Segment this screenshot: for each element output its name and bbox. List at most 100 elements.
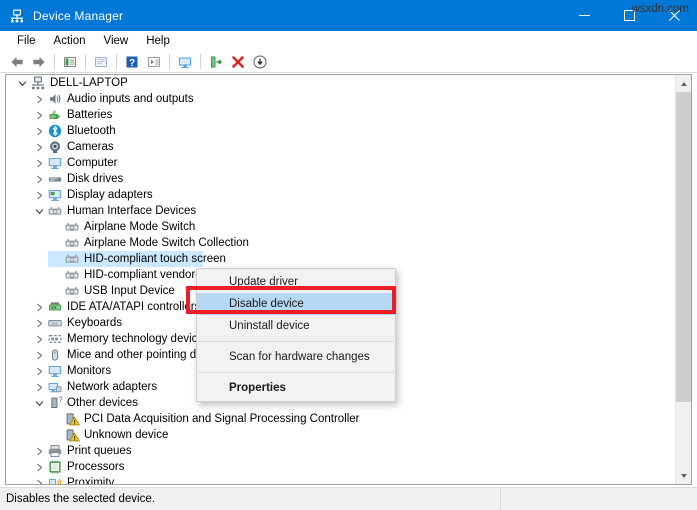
tree-item-label: Computer [67,157,118,169]
tree-item[interactable]: Print queues [6,443,676,459]
context-menu-item-update-driver[interactable]: Update driver [197,271,395,293]
vertical-scrollbar[interactable] [675,75,691,484]
tree-item-label: Human Interface Devices [67,205,197,217]
chevron-right-icon[interactable] [31,187,47,203]
watermark: wsxdn.com [631,3,689,15]
context-menu-separator [198,341,394,342]
tree-item-label: Other devices [67,397,138,409]
chevron-right-icon[interactable] [31,123,47,139]
chevron-right-icon[interactable] [31,91,47,107]
context-menu-item-properties[interactable]: Properties [197,377,395,399]
tree-item[interactable]: Bluetooth [6,123,676,139]
tree-item[interactable]: Airplane Mode Switch [6,219,676,235]
tree-item-label: Cameras [67,141,114,153]
tree-item-label: Keyboards [67,317,122,329]
tree-item-label: Monitors [67,365,112,377]
chevron-down-icon[interactable] [31,395,47,411]
menu-bar: File Action View Help [0,31,697,51]
tree-item-selected[interactable]: HID-compliant touch screen [6,251,676,267]
tree-item[interactable]: Audio inputs and outputs [6,91,676,107]
disable-device-icon[interactable] [249,52,271,71]
tree-item[interactable]: Airplane Mode Switch Collection [6,235,676,251]
tree-item[interactable]: Disk drives [6,171,676,187]
other-device-icon: ? [47,395,63,411]
context-menu-item-uninstall-device[interactable]: Uninstall device [197,315,395,337]
hid-icon [64,235,80,251]
svg-text:?: ? [129,58,135,69]
tree-item-label: Disk drives [67,173,124,185]
scroll-up-arrow-icon[interactable] [676,75,691,92]
context-menu[interactable]: Update driver Disable device Uninstall d… [196,268,396,402]
chevron-down-icon[interactable] [14,75,30,91]
chevron-right-icon[interactable] [31,331,47,347]
chevron-right-icon[interactable] [31,347,47,363]
keyboard-icon [47,315,63,331]
forward-arrow-icon[interactable] [28,52,50,71]
bluetooth-icon [47,123,63,139]
device-manager-window: Device Manager File Action View Help ? D… [0,0,697,510]
view-list-icon[interactable] [143,52,165,71]
tree-item[interactable]: PCI Data Acquisition and Signal Processi… [6,411,676,427]
tree-item[interactable]: Computer [6,155,676,171]
processor-icon [47,459,63,475]
display-adapter-icon [47,187,63,203]
chevron-right-icon[interactable] [31,379,47,395]
chevron-right-icon[interactable] [31,107,47,123]
tree-item[interactable]: Unknown device [6,427,676,443]
chevron-right-icon[interactable] [31,139,47,155]
status-text: Disables the selected device. [6,493,155,505]
chevron-right-icon[interactable] [31,459,47,475]
tree-item-label: DELL-LAPTOP [50,77,128,89]
tree-item-label: Network adapters [67,381,158,393]
tree-item[interactable]: Human Interface Devices [6,203,676,219]
tree-item-label: USB Input Device [84,285,175,297]
tree-item[interactable]: DELL-LAPTOP [6,75,676,91]
minimize-icon[interactable] [562,0,607,31]
tree-item[interactable]: Display adapters [6,187,676,203]
chevron-right-icon[interactable] [31,315,47,331]
uninstall-device-icon[interactable] [227,52,249,71]
menu-view[interactable]: View [95,33,138,49]
chevron-right-icon[interactable] [31,155,47,171]
menu-action[interactable]: Action [45,33,95,49]
svg-text:?: ? [58,395,63,404]
scan-hardware-changes-icon[interactable] [205,52,227,71]
properties-icon[interactable] [90,52,112,71]
tree-item[interactable]: Proximity [6,475,676,484]
mouse-icon [47,347,63,363]
menu-file[interactable]: File [8,33,45,49]
tree-item[interactable]: Cameras [6,139,676,155]
back-arrow-icon[interactable] [6,52,28,71]
battery-icon [47,107,63,123]
scroll-down-arrow-icon[interactable] [676,467,691,484]
tree-item-label: Airplane Mode Switch Collection [84,237,249,249]
chevron-right-icon[interactable] [31,299,47,315]
menu-help[interactable]: Help [137,33,179,49]
help-icon[interactable]: ? [121,52,143,71]
show-hide-console-tree-icon[interactable] [59,52,81,71]
chevron-down-icon[interactable] [31,203,47,219]
proximity-icon [47,475,63,484]
tree-item[interactable]: Processors [6,459,676,475]
context-menu-item-scan-for-hardware-changes[interactable]: Scan for hardware changes [197,346,395,368]
toolbar-separator [169,54,170,69]
tree-item-label: Batteries [67,109,113,121]
tree-item-label: Memory technology devices [67,333,210,345]
context-menu-item-disable-device[interactable]: Disable device [197,293,395,315]
chevron-right-icon[interactable] [31,171,47,187]
tree-item[interactable]: Batteries [6,107,676,123]
chevron-right-icon[interactable] [31,443,47,459]
scrollbar-thumb[interactable] [676,92,691,402]
tree-item-label: Print queues [67,445,132,457]
window-title: Device Manager [33,8,124,23]
chevron-right-icon[interactable] [31,475,47,484]
update-driver-icon[interactable] [174,52,196,71]
printer-icon [47,443,63,459]
tree-item-label: PCI Data Acquisition and Signal Processi… [84,413,360,425]
toolbar-separator [54,54,55,69]
chevron-right-icon[interactable] [31,363,47,379]
